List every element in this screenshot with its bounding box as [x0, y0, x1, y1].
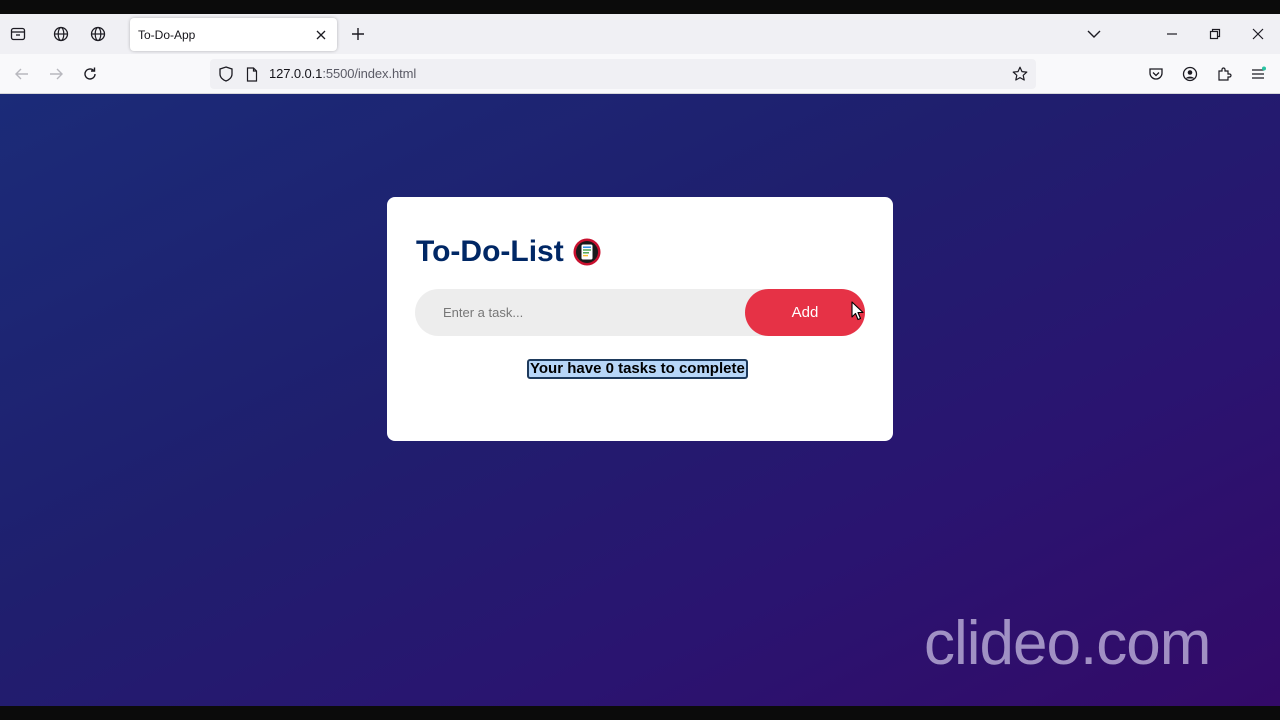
tracking-protection-shield-icon[interactable]: [218, 66, 234, 82]
top-letterbox: [0, 0, 1280, 14]
notepad-icon: [573, 238, 601, 266]
url-path: :5500/index.html: [322, 66, 417, 81]
bookmark-star-icon[interactable]: [1012, 66, 1028, 82]
reload-icon[interactable]: [80, 64, 100, 84]
url-text: 127.0.0.1:5500/index.html: [269, 66, 416, 81]
close-tab-icon[interactable]: [309, 23, 333, 47]
firefox-view-icon[interactable]: [8, 24, 28, 44]
app-title: To-Do-List: [416, 235, 601, 269]
tab-strip: To-Do-App: [0, 14, 1280, 54]
page-info-icon[interactable]: [244, 66, 260, 82]
globe-icon[interactable]: [51, 24, 71, 44]
task-count-status: Your have 0 tasks to complete: [527, 359, 748, 379]
task-input[interactable]: [415, 289, 745, 336]
forward-icon[interactable]: [46, 64, 66, 84]
mouse-cursor-icon: [851, 301, 864, 321]
url-bar[interactable]: 127.0.0.1:5500/index.html: [210, 59, 1036, 89]
app-title-text: To-Do-List: [416, 235, 564, 268]
tab-title: To-Do-App: [138, 27, 196, 42]
new-tab-icon[interactable]: [348, 24, 368, 44]
minimize-icon[interactable]: [1160, 22, 1184, 46]
todo-card: To-Do-List Add Your have 0 tasks to comp…: [387, 197, 893, 441]
navigation-bar: 127.0.0.1:5500/index.html: [0, 54, 1280, 94]
url-host: 127.0.0.1: [269, 66, 323, 81]
page-viewport: To-Do-List Add Your have 0 tasks to comp…: [0, 94, 1280, 706]
restore-icon[interactable]: [1203, 22, 1227, 46]
globe-icon[interactable]: [88, 24, 108, 44]
close-window-icon[interactable]: [1246, 22, 1270, 46]
clideo-watermark: clideo.com: [924, 609, 1211, 678]
extensions-icon[interactable]: [1214, 64, 1234, 84]
tab-todo-app[interactable]: To-Do-App: [130, 18, 337, 51]
menu-icon[interactable]: [1248, 64, 1268, 84]
task-input-row: Add: [415, 289, 865, 336]
pocket-icon[interactable]: [1146, 64, 1166, 84]
back-icon[interactable]: [12, 64, 32, 84]
bottom-letterbox: [0, 706, 1280, 720]
list-all-tabs-icon[interactable]: [1082, 22, 1106, 46]
add-button[interactable]: Add: [745, 289, 865, 336]
account-icon[interactable]: [1180, 64, 1200, 84]
